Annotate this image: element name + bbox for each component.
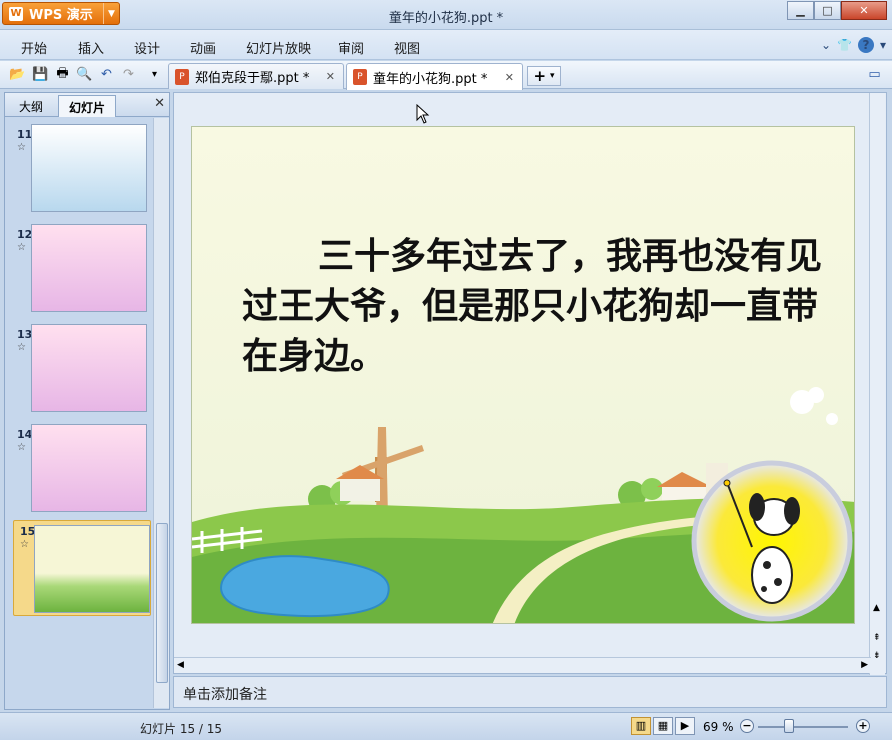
animation-star-icon: ☆ [17,442,26,453]
menu-bar: 开始 插入 设计 动画 幻灯片放映 审阅 视图 ⌄ 👕 ? ▾ [0,30,892,60]
menu-view[interactable]: 视图 [394,38,420,57]
scrollbar-thumb[interactable] [156,523,168,683]
tab-document-2[interactable]: P 童年的小花狗.ppt * ✕ [346,63,523,90]
maximize-icon: □ [822,4,833,17]
slide-thumbnail-14[interactable]: 14 ☆ [11,424,151,516]
zoom-out-button[interactable]: − [740,719,754,733]
panel-scrollbar[interactable] [153,118,169,708]
print-icon[interactable]: 🖶 [54,66,71,83]
slideshow-button[interactable]: ▶ [675,717,695,735]
animation-star-icon: ☆ [17,142,26,153]
thumbnail-list: 11 ☆ 12 ☆ 13 ☆ 14 ☆ 15 ☆ [5,118,153,708]
menu-right-tools: ⌄ 👕 ? ▾ [821,37,886,53]
next-slide-icon[interactable]: ⇟ [873,651,881,661]
tab-document-1[interactable]: P 郑伯克段于鄢.ppt * ✕ [168,63,344,89]
slide-thumbnail-11[interactable]: 11 ☆ [11,124,151,216]
zoom-level: 69 % [703,720,734,734]
menu-design[interactable]: 设计 [134,38,160,57]
notes-placeholder: 单击添加备注 [183,687,267,703]
close-tab-icon[interactable]: ✕ [505,71,514,84]
collapse-ribbon-icon[interactable]: ⌄ [821,38,831,52]
mouse-cursor-icon [416,104,430,124]
minimize-button[interactable]: ▁ [787,1,814,20]
tab-label: 童年的小花狗.ppt * [373,71,488,87]
slide-horizontal-scrollbar[interactable]: ◀ ▶ [174,657,871,673]
menu-start[interactable]: 开始 [21,38,47,57]
close-panel-icon[interactable]: ✕ [154,96,165,111]
close-tab-icon[interactable]: ✕ [326,70,335,83]
menu-animation[interactable]: 动画 [190,38,216,57]
window-controls: ▁ □ ✕ [787,1,887,20]
undo-icon[interactable]: ↶ [98,66,115,83]
chevron-down-icon: ▾ [550,71,555,81]
scroll-left-icon[interactable]: ◀ [177,660,184,670]
zoom-slider-handle[interactable] [784,719,794,733]
ppt-file-icon: P [175,68,189,85]
slide-thumbnail-12[interactable]: 12 ☆ [11,224,151,316]
tab-label: 郑伯克段于鄢.ppt * [195,71,310,86]
slides-panel: 大纲 幻灯片 ✕ 11 ☆ 12 ☆ 13 ☆ 14 ☆ 15 ☆ [4,92,170,710]
redo-icon[interactable]: ↷ [120,66,137,83]
close-icon: ✕ [859,4,869,17]
customize-toolbar-icon[interactable]: ▾ [146,66,163,83]
notes-pane[interactable]: 单击添加备注 [173,676,887,708]
menu-review[interactable]: 审阅 [338,38,364,57]
play-icon: ▶ [680,719,690,732]
panel-tabs: 大纲 幻灯片 ✕ [5,93,169,117]
skin-icon[interactable]: 👕 [837,38,852,52]
window-mode-icon[interactable]: ▭ [866,66,883,83]
thumbnail-image [31,324,147,412]
toolbar: 📂 💾 🖶 🔍 ↶ ↷ ▾ P 郑伯克段于鄢.ppt * ✕ P 童年的小花狗.… [0,61,892,90]
help-menu-chevron-icon[interactable]: ▾ [880,38,886,52]
window-title: 童年的小花狗.ppt * [388,11,504,26]
open-icon[interactable]: 📂 [9,66,26,83]
animation-star-icon: ☆ [20,539,29,550]
ppt-file-icon: P [353,69,367,85]
print-preview-icon[interactable]: 🔍 [76,66,93,83]
slide-body-text[interactable]: 三十多年过去了，我再也没有见过王大爷，但是那只小花狗却一直带在身边。 [242,231,822,381]
thumbnail-image [31,224,147,312]
animation-star-icon: ☆ [17,242,26,253]
tab-slides[interactable]: 幻灯片 [58,95,117,117]
title-bar: W WPS 演示 ▼ 童年的小花狗.ppt * ▁ □ ✕ [0,0,892,30]
scroll-up-icon[interactable]: ▲ [873,603,880,613]
status-bar: 幻灯片 15 / 15 ▥ ▦ ▶ 69 % − + [0,712,892,740]
normal-view-icon: ▥ [635,719,647,732]
maximize-button[interactable]: □ [814,1,841,20]
help-icon[interactable]: ? [857,37,874,53]
minimize-icon: ▁ [796,4,805,17]
grid-icon: ▦ [657,719,669,732]
new-tab-button[interactable]: + ▾ [527,66,561,86]
menu-insert[interactable]: 插入 [78,38,104,57]
slide-vertical-scrollbar[interactable]: ▲ ⇞ ⇟ [869,93,885,675]
scroll-right-icon[interactable]: ▶ [861,660,868,670]
animation-star-icon: ☆ [17,342,26,353]
thumbnail-image [31,124,147,212]
tab-outline[interactable]: 大纲 [9,95,53,117]
zoom-slider-track[interactable] [758,726,848,728]
plus-icon: + [533,67,547,85]
zoom-in-button[interactable]: + [856,719,870,733]
normal-view-button[interactable]: ▥ [631,717,651,735]
thumbnail-image [34,525,150,613]
close-button[interactable]: ✕ [841,1,887,20]
previous-slide-icon[interactable]: ⇞ [873,633,881,643]
slide-sorter-button[interactable]: ▦ [653,717,673,735]
save-icon[interactable]: 💾 [32,66,49,83]
menu-slideshow[interactable]: 幻灯片放映 [246,38,311,57]
slide-thumbnail-13[interactable]: 13 ☆ [11,324,151,416]
slide-canvas[interactable]: 三十多年过去了，我再也没有见过王大爷，但是那只小花狗却一直带在身边。 [191,126,855,624]
thumbnail-image [31,424,147,512]
slide-thumbnail-15[interactable]: 15 ☆ [13,520,151,616]
slide-counter: 幻灯片 15 / 15 [140,722,223,736]
slide-editor: 三十多年过去了，我再也没有见过王大爷，但是那只小花狗却一直带在身边。 ▲ ⇞ ⇟… [173,92,887,675]
